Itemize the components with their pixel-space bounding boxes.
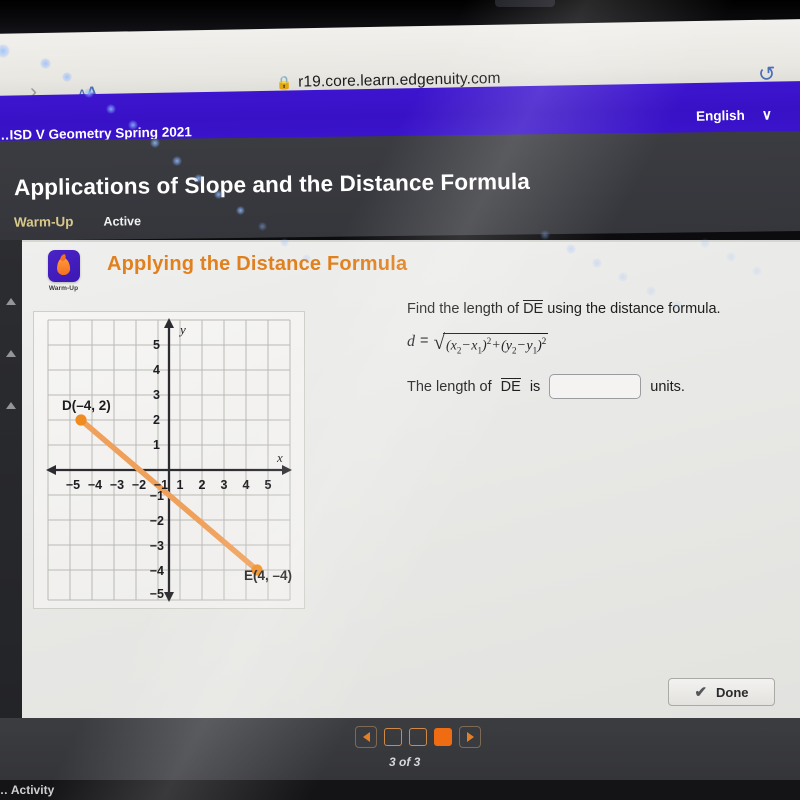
x-axis-label: x [276,450,283,465]
card-divider [22,240,800,242]
prompt-before-text: Find the length of [407,301,524,317]
svg-text:1: 1 [153,438,160,452]
fsup1: 2 [486,335,492,346]
svg-text:2: 2 [153,413,160,427]
formula-equals: = [420,332,429,349]
prev-page-button[interactable] [355,726,377,748]
answer-input[interactable] [549,374,642,400]
activity-partial-label: … Activity [0,783,55,797]
point-e-label: E(4, –4) [244,568,293,583]
svg-text:−5: −5 [150,587,164,601]
formula-body: (x2−x1)2+(y2−y1)2 [443,332,549,356]
svg-text:3: 3 [153,388,160,402]
answer-row: The length of DE is units. [407,374,787,400]
svg-text:2: 2 [199,478,206,492]
svg-text:−5: −5 [66,478,80,492]
axes [52,322,286,598]
flame-icon [47,250,80,282]
answer-segment-overline: DE [500,378,521,396]
y-axis-label: y [178,322,186,337]
done-button-label: Done [716,684,749,700]
fy1sub: 1 [532,345,538,356]
rail-marker-icon [6,350,16,357]
point-d-label: D(–4, 2) [62,398,111,413]
warm-up-badge-label: Warm-Up [48,285,79,292]
question-prompt: Find the length of DE using the distance… [407,300,787,320]
svg-text:−1: −1 [150,489,164,503]
fx2sub: 2 [456,345,462,356]
fy2sub: 2 [511,345,517,356]
svg-text:−4: −4 [150,564,164,578]
prev-arrow-icon [362,732,370,742]
answer-is-text: is [529,378,541,395]
bottom-dark-strip [0,780,800,800]
svg-text:−3: −3 [110,478,124,492]
question-panel: Find the length of DE using the distance… [407,300,787,400]
language-label: English [695,107,745,124]
lesson-tabs: Warm-Up Active [14,213,141,230]
svg-text:3: 3 [221,478,228,492]
next-page-button[interactable] [459,726,481,748]
distance-formula: d = √ (x2−x1)2+(y2−y1)2 [407,331,787,356]
page-count-label: 3 of 3 [389,755,421,769]
svg-text:−2: −2 [132,478,146,492]
lock-icon: 🔒 [275,74,293,91]
svg-text:−4: −4 [88,478,102,492]
formula-radical: √ (x2−x1)2+(y2−y1)2 [433,331,549,356]
svg-text:5: 5 [153,338,160,352]
svg-text:4: 4 [153,363,160,377]
svg-text:−3: −3 [150,539,164,553]
page-dot-1[interactable] [384,728,402,746]
page-dot-3[interactable] [434,728,452,746]
tab-active[interactable]: Active [103,214,141,228]
activity-card: Warm-Up Applying the Distance Formula −5… [22,240,800,718]
chevron-down-icon: ∨ [761,106,773,123]
check-icon: ✔ [694,684,708,701]
page-dot-2[interactable] [409,728,427,746]
language-selector[interactable]: English ∨ [696,106,772,124]
svg-text:5: 5 [265,478,272,492]
svg-text:1: 1 [177,478,184,492]
point-d-marker [75,414,87,426]
fx1sub: 1 [477,345,483,356]
warm-up-badge: Warm-Up [45,250,82,292]
svg-text:4: 4 [243,478,250,492]
svg-text:−2: −2 [150,514,164,528]
left-sidebar-rail[interactable] [0,240,22,718]
prompt-after-text: using the distance formula. [543,301,721,317]
webcam-notch [495,0,555,7]
segment-de-overline: DE [523,300,544,317]
pagination [355,726,481,748]
fminus2: − [517,338,526,354]
answer-before-text: The length of [407,378,492,395]
tab-warm-up[interactable]: Warm-Up [14,214,74,230]
done-button[interactable]: ✔ Done [668,678,775,706]
rail-marker-icon [6,298,16,305]
coordinate-graph: −5 −4 −3 −2 −1 1 2 3 4 5 5 4 3 2 1 −1 −2… [33,311,305,609]
formula-d: d [407,332,415,350]
graph-svg: −5 −4 −3 −2 −1 1 2 3 4 5 5 4 3 2 1 −1 −2… [46,318,292,602]
rail-marker-icon [6,402,16,409]
fminus1: − [462,338,471,354]
activity-title: Applying the Distance Formula [107,253,408,275]
next-arrow-icon [466,732,474,742]
fsup2: 2 [541,335,547,346]
screenshot-root: › AA 🔒 r19.core.learn.edgenuity.com ↻ …I… [0,0,800,800]
answer-units-label: units. [650,378,685,395]
fplus: + [492,338,501,354]
